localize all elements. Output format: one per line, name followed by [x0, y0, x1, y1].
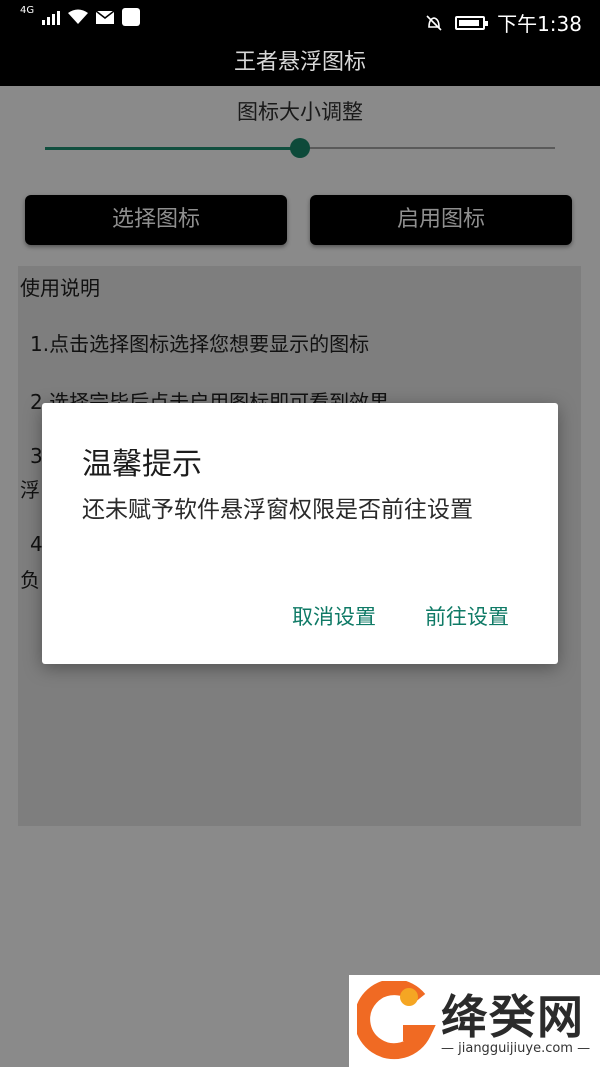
instruction-line-4: 4	[30, 532, 43, 556]
icon-size-label: 图标大小调整	[237, 100, 363, 124]
icon-size-slider[interactable]	[45, 138, 555, 158]
bell-off-icon	[426, 14, 442, 31]
battery-icon	[455, 15, 489, 30]
instructions-title: 使用说明	[20, 276, 100, 300]
network-type: 4G	[20, 5, 35, 16]
slider-fill	[45, 147, 300, 150]
go-to-settings-button[interactable]: 前往设置	[425, 601, 509, 631]
instruction-line-4-wrap: 负	[20, 568, 40, 592]
status-bar: 4G 下午1:38	[0, 0, 600, 40]
wifi-icon	[68, 9, 89, 25]
instruction-line-3-wrap: 浮	[20, 478, 40, 502]
instruction-line-1: 1.点击选择图标选择您想要显示的图标	[30, 332, 370, 356]
dialog-message: 还未赋予软件悬浮窗权限是否前往设置	[82, 497, 473, 523]
status-left: 4G	[20, 5, 141, 26]
dialog-title: 温馨提示	[82, 447, 202, 482]
app-store-icon	[122, 8, 141, 26]
clock: 下午1:38	[497, 12, 582, 36]
mail-icon	[96, 10, 115, 24]
watermark: 绛癸网 — jiangguijiuye.com —	[349, 975, 600, 1067]
select-icon-button[interactable]: 选择图标	[25, 195, 287, 245]
app-title: 王者悬浮图标	[0, 40, 600, 86]
cancel-settings-button[interactable]: 取消设置	[292, 601, 376, 631]
status-right: 下午1:38	[425, 8, 582, 37]
permission-dialog: 温馨提示 还未赋予软件悬浮窗权限是否前往设置 取消设置 前往设置	[42, 403, 558, 664]
enable-icon-button[interactable]: 启用图标	[310, 195, 572, 245]
watermark-brand: 绛癸网	[441, 990, 585, 1044]
signal-icon	[42, 9, 61, 25]
instruction-line-3: 3	[30, 444, 43, 468]
watermark-logo-icon	[357, 981, 436, 1060]
slider-thumb[interactable]	[290, 138, 310, 158]
watermark-url: — jiangguijiuye.com —	[441, 1041, 591, 1056]
